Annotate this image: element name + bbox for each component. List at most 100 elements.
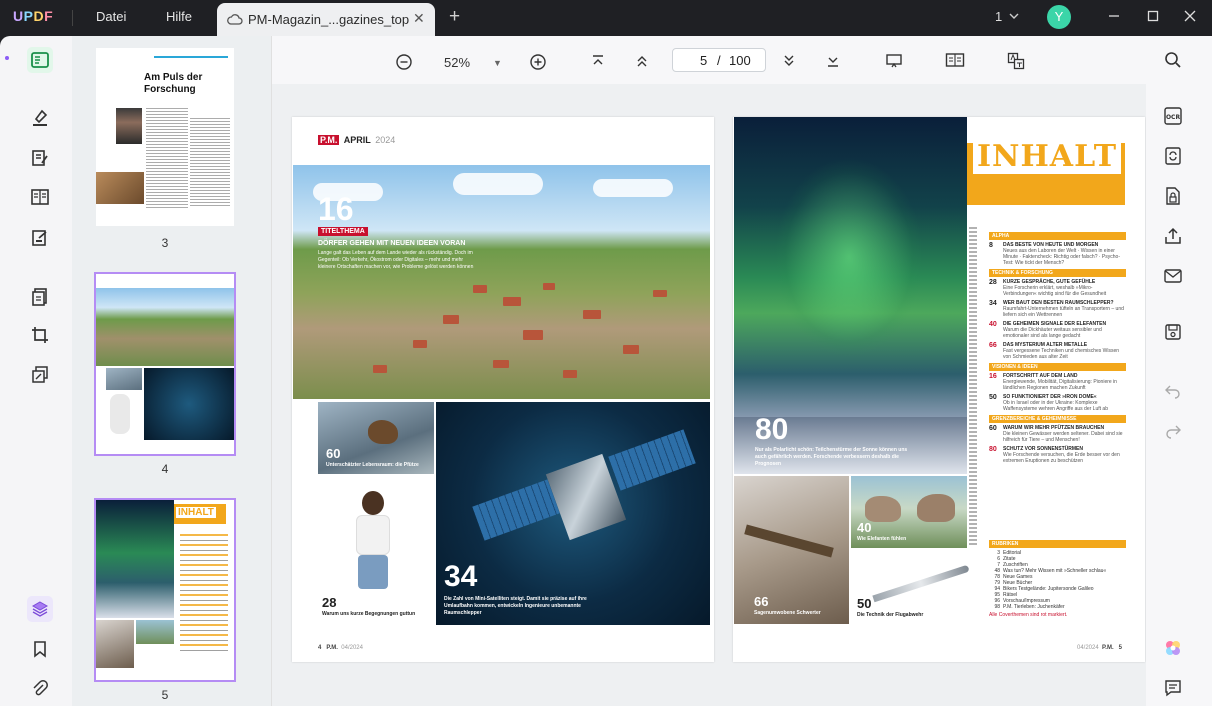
next-page-icon[interactable]: [781, 53, 797, 69]
zoom-dropdown-icon[interactable]: ▼: [493, 58, 502, 68]
zoom-in-icon[interactable]: [529, 53, 547, 71]
form-button[interactable]: [27, 225, 53, 251]
elefant-number: 40: [857, 520, 872, 535]
organize-pages-button[interactable]: [27, 284, 53, 310]
avatar[interactable]: Y: [1047, 5, 1071, 29]
rail-indicator-dot: [5, 56, 9, 60]
ocr-icon[interactable]: OCR: [1163, 106, 1183, 126]
elefant-caption: Wie Elefanten fühlen: [857, 536, 907, 542]
edit-pdf-button[interactable]: [27, 145, 53, 171]
thumb-5-aurora: [96, 500, 174, 618]
toc-page-number: 34: [989, 300, 997, 307]
maximize-icon[interactable]: [1146, 9, 1160, 23]
layers-tool-button[interactable]: [27, 362, 53, 388]
toc-entry[interactable]: 34 WER BAUT DEN BESTEN RAUMSCHLEPPER? Ra…: [989, 300, 1126, 318]
pdf-page-5: 80 Nur als Polarlicht schön: Teilchenstü…: [733, 117, 1145, 662]
toc-description: Eine Forscherin erklärt, weshalb »Mikro-…: [1003, 285, 1107, 297]
roof-shape: [503, 297, 521, 306]
translate-icon[interactable]: [1007, 52, 1025, 70]
menu-help[interactable]: Hilfe: [166, 9, 192, 24]
roof-shape: [563, 370, 577, 378]
cloud-shape: [453, 173, 543, 195]
sitting-man-photo: 28 Warum uns kurze Begegnungen guttun: [318, 477, 434, 625]
village-aerial-photo: [293, 165, 710, 399]
thumbnail-page-4[interactable]: [94, 272, 236, 456]
toc-entry[interactable]: 16 FORTSCHRITT AUF DEM LAND Energiewende…: [989, 373, 1126, 391]
page-number-input[interactable]: 5 / 100: [672, 48, 766, 72]
roof-shape: [523, 330, 543, 340]
search-icon[interactable]: [1163, 50, 1183, 70]
previous-page-icon[interactable]: [634, 53, 650, 69]
undo-icon[interactable]: [1163, 380, 1183, 400]
ai-assistant-icon[interactable]: [1163, 638, 1183, 658]
satellite-photo: 34 Die Zahl von Mini-Satelliten steigt. …: [436, 402, 710, 625]
last-page-icon[interactable]: [825, 53, 841, 69]
minimize-icon[interactable]: [1107, 9, 1121, 23]
document-tab[interactable]: PM-Magazin_...gazines_top ✕: [217, 3, 435, 36]
layers-button[interactable]: [27, 596, 53, 622]
pages-icon: [32, 288, 47, 306]
toc-page-number: 16: [989, 373, 997, 380]
toc-entry[interactable]: 50 SO FUNKTIONIERT DER »IRON DOME« Ob in…: [989, 394, 1126, 412]
bookmark-button[interactable]: [27, 636, 53, 662]
aurora-caption: Nur als Polarlicht schön: Teilchenstürme…: [755, 447, 908, 467]
bookmark-icon: [34, 641, 46, 658]
toc-entry[interactable]: 80 SCHUTZ VOR SONNENSTÜRMEN Wie Forschen…: [989, 446, 1126, 464]
man-jeans-shape: [358, 555, 388, 589]
footer-page-number: 5: [1118, 645, 1122, 651]
share-icon[interactable]: [1163, 226, 1183, 246]
layers-icon: [31, 601, 49, 617]
thumbnail-page-3[interactable]: Am Puls der Forschung: [96, 48, 234, 226]
toc-page-number: 28: [989, 279, 997, 286]
convert-icon[interactable]: [1163, 146, 1183, 166]
rubrik-title: P.M. Tierleben: Juchenkäfer: [1003, 604, 1065, 610]
lab-number: 66: [754, 594, 769, 609]
toc-page-number: 40: [989, 321, 997, 328]
left-tool-rail: [0, 36, 72, 706]
save-icon[interactable]: [1163, 322, 1183, 342]
attachment-button[interactable]: [27, 676, 53, 702]
rubrik-entry[interactable]: 98 P.M. Tierleben: Juchenkäfer: [989, 604, 1126, 610]
toc-entry[interactable]: 28 KURZE GESPRÄCHE, GUTE GEFÜHLE Eine Fo…: [989, 279, 1126, 297]
crop-button[interactable]: [27, 322, 53, 348]
close-tab-icon[interactable]: ✕: [413, 10, 425, 27]
solar-panel-shape: [472, 479, 560, 541]
redo-icon[interactable]: [1163, 420, 1183, 440]
aurora-glow-shape: [774, 157, 924, 357]
thumb-5-title: INHALT: [176, 507, 216, 518]
thumbnail-page-5[interactable]: INHALT: [94, 498, 236, 682]
chevron-down-icon[interactable]: [1008, 10, 1020, 22]
protect-icon[interactable]: [1163, 186, 1183, 206]
thumbnail-label-3: 3: [161, 236, 169, 250]
toc-entry[interactable]: 40 DIE GEHEIMEN SIGNALE DER ELEFANTEN Wa…: [989, 321, 1126, 339]
page-tools-button[interactable]: [27, 184, 53, 210]
comment-mode-button[interactable]: [27, 104, 53, 130]
close-window-icon[interactable]: [1183, 9, 1197, 23]
page-layout-icon[interactable]: [945, 52, 965, 68]
thumb-3-photo: [96, 172, 144, 204]
zoom-level[interactable]: 52%: [444, 55, 470, 70]
toc-entry[interactable]: 60 WARUM WIR MEHR PFÜTZEN BRAUCHEN Die k…: [989, 425, 1126, 443]
edit-text-icon: [32, 150, 48, 166]
toc-entry[interactable]: 8 DAS BESTE VON HEUTE UND MORGEN Neues a…: [989, 242, 1126, 266]
slideshow-icon[interactable]: [885, 53, 903, 69]
thumb-5-elephants: [136, 620, 174, 644]
roof-shape: [653, 290, 667, 297]
roof-shape: [493, 360, 509, 368]
comments-icon[interactable]: [1163, 678, 1183, 698]
email-icon[interactable]: [1163, 266, 1183, 286]
document-canvas[interactable]: P.M. APRIL 2024 16 TITELTHEMA DÖRFER GEH…: [272, 84, 1146, 706]
zoom-out-icon[interactable]: [395, 53, 413, 71]
toc-entry[interactable]: 66 DAS MYSTERIUM ALTER METALLE Fast verg…: [989, 342, 1126, 360]
menu-file[interactable]: Datei: [96, 9, 126, 24]
tab-title: PM-Magazin_...gazines_top: [248, 12, 410, 27]
bird-number: 60: [326, 446, 341, 461]
reader-mode-button[interactable]: [27, 47, 53, 73]
new-tab-icon[interactable]: +: [449, 6, 460, 28]
roof-shape: [443, 315, 459, 324]
rubriken-list: RUBRIKEN 3 Editorial 6 Zitate 7 Zuschriften…: [989, 537, 1126, 618]
window-count[interactable]: 1: [995, 9, 1002, 24]
toc-page-number: 80: [989, 446, 997, 453]
first-page-icon[interactable]: [590, 53, 606, 69]
toc-page-number: 66: [989, 342, 997, 349]
